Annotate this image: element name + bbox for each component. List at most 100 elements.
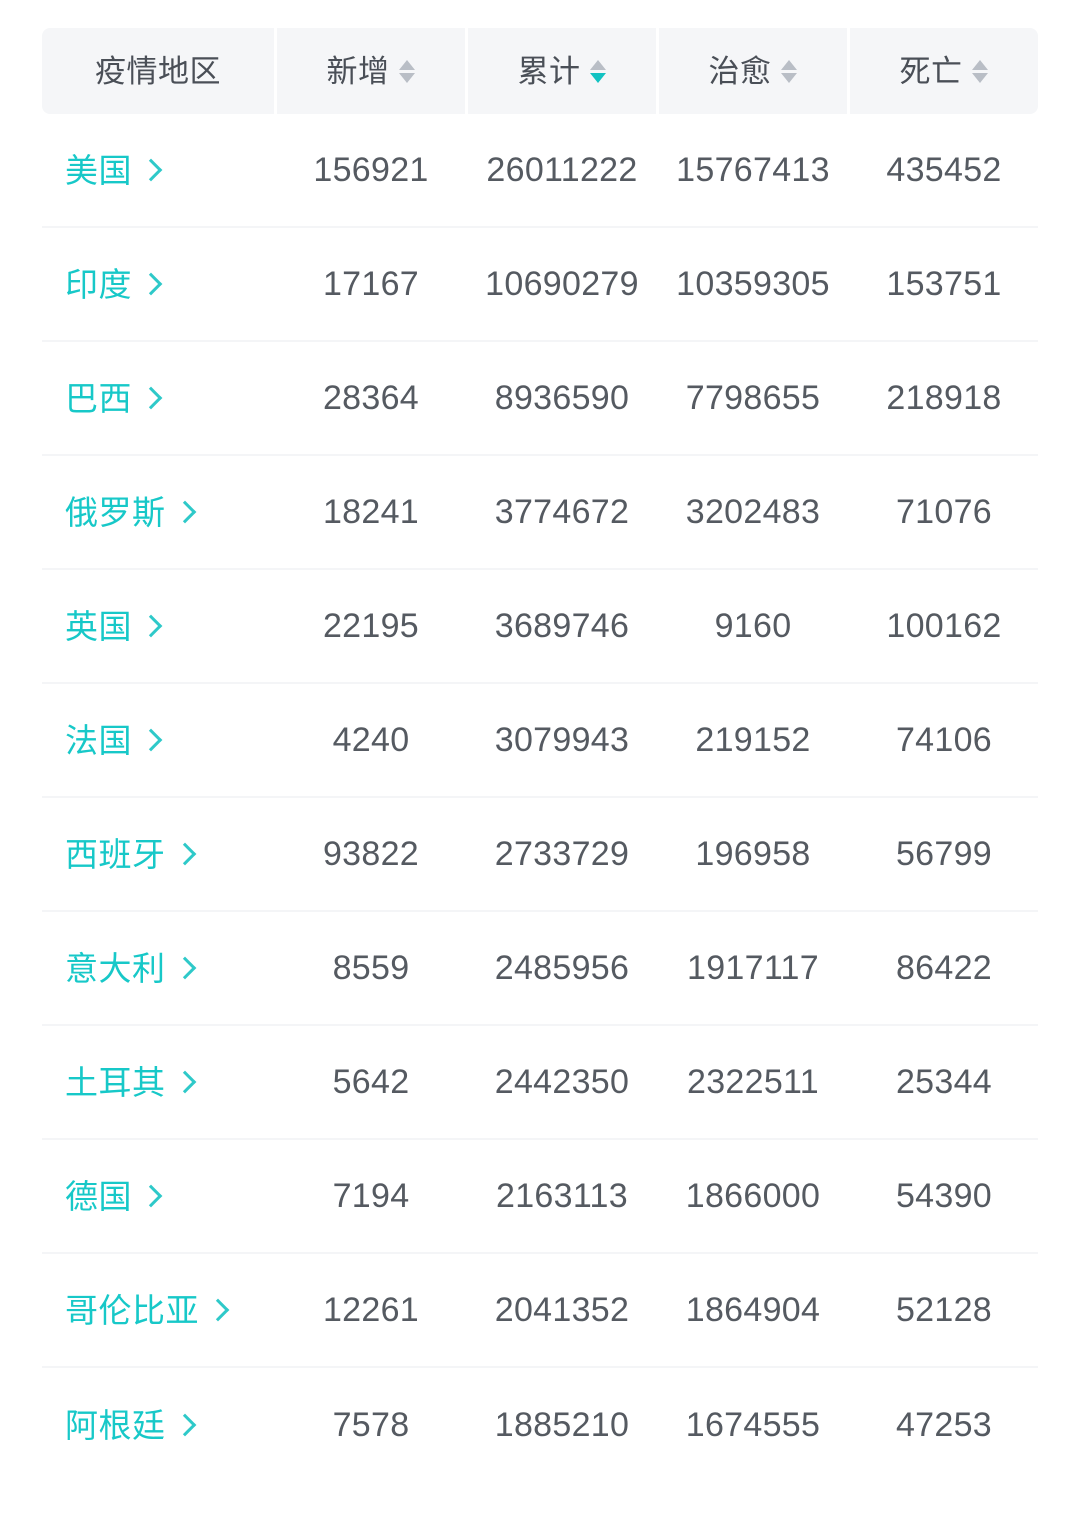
total-cell: 2733729: [468, 837, 656, 871]
deaths-value: 47253: [895, 1406, 993, 1444]
region-cell[interactable]: 意大利: [42, 952, 274, 985]
table-row[interactable]: 土耳其 5642 2442350 2322511 25344: [42, 1026, 1038, 1140]
cured-cell: 1917117: [659, 951, 847, 985]
column-header-cured-label: 治愈: [708, 53, 772, 89]
cured-value: 1866000: [685, 1177, 821, 1215]
column-header-new[interactable]: 新增: [277, 28, 465, 114]
new-value: 17167: [322, 265, 420, 303]
cured-value: 196958: [695, 835, 811, 873]
deaths-value: 100162: [886, 607, 1002, 645]
new-value: 12261: [322, 1291, 420, 1329]
region-cell[interactable]: 阿根廷: [42, 1409, 274, 1442]
table-row[interactable]: 巴西 28364 8936590 7798655 218918: [42, 342, 1038, 456]
new-cell: 7578: [277, 1408, 465, 1442]
total-value: 3774672: [494, 493, 630, 531]
region-cell[interactable]: 哥伦比亚: [42, 1294, 274, 1327]
cured-cell: 10359305: [659, 267, 847, 301]
column-header-total[interactable]: 累计: [468, 28, 656, 114]
new-value: 4240: [332, 721, 410, 759]
total-value: 2733729: [494, 835, 630, 873]
cured-cell: 9160: [659, 609, 847, 643]
region-cell[interactable]: 德国: [42, 1180, 274, 1213]
new-cell: 156921: [277, 153, 465, 187]
table-row[interactable]: 哥伦比亚 12261 2041352 1864904 52128: [42, 1254, 1038, 1368]
total-cell: 2163113: [468, 1179, 656, 1213]
sort-ascending-arrow-icon: [781, 59, 797, 70]
region-cell[interactable]: 法国: [42, 724, 274, 757]
column-header-total-label: 累计: [517, 53, 581, 89]
region-cell[interactable]: 英国: [42, 610, 274, 643]
sort-descending-arrow-icon: [972, 72, 988, 83]
new-cell: 5642: [277, 1065, 465, 1099]
chevron-right-icon: [139, 728, 163, 751]
deaths-cell: 71076: [850, 495, 1038, 529]
sort-arrows-icon-cured[interactable]: [781, 54, 798, 88]
region-cell[interactable]: 俄罗斯: [42, 496, 274, 529]
cured-cell: 1864904: [659, 1293, 847, 1327]
region-cell[interactable]: 巴西: [42, 382, 274, 415]
table-row[interactable]: 意大利 8559 2485956 1917117 86422: [42, 912, 1038, 1026]
deaths-value: 71076: [895, 493, 993, 531]
table-row[interactable]: 俄罗斯 18241 3774672 3202483 71076: [42, 456, 1038, 570]
deaths-cell: 52128: [850, 1293, 1038, 1327]
sort-arrows-icon-deaths[interactable]: [972, 54, 989, 88]
new-value: 8559: [332, 949, 410, 987]
new-cell: 17167: [277, 267, 465, 301]
total-cell: 8936590: [468, 381, 656, 415]
new-cell: 22195: [277, 609, 465, 643]
region-cell[interactable]: 西班牙: [42, 838, 274, 871]
deaths-value: 56799: [895, 835, 993, 873]
table-row[interactable]: 西班牙 93822 2733729 196958 56799: [42, 798, 1038, 912]
cured-value: 1674555: [685, 1406, 821, 1444]
cured-value: 1864904: [685, 1291, 821, 1329]
total-value: 10690279: [485, 265, 639, 303]
deaths-cell: 435452: [850, 153, 1038, 187]
region-link-label: 英国: [65, 607, 132, 645]
region-link-label: 俄罗斯: [65, 493, 166, 531]
region-cell[interactable]: 土耳其: [42, 1066, 274, 1099]
deaths-value: 74106: [895, 721, 993, 759]
sort-ascending-arrow-icon: [590, 59, 606, 70]
cured-cell: 1866000: [659, 1179, 847, 1213]
table-row[interactable]: 德国 7194 2163113 1866000 54390: [42, 1140, 1038, 1254]
total-value: 2442350: [494, 1063, 630, 1101]
new-value: 18241: [322, 493, 420, 531]
cured-cell: 1674555: [659, 1408, 847, 1442]
chevron-right-icon: [173, 500, 196, 523]
total-cell: 10690279: [468, 267, 656, 301]
table-row[interactable]: 法国 4240 3079943 219152 74106: [42, 684, 1038, 798]
cured-value: 3202483: [685, 493, 821, 531]
new-value: 28364: [322, 379, 420, 417]
region-link-label: 法国: [65, 721, 132, 759]
table-row[interactable]: 英国 22195 3689746 9160 100162: [42, 570, 1038, 684]
new-cell: 8559: [277, 951, 465, 985]
deaths-cell: 54390: [850, 1179, 1038, 1213]
cured-value: 219152: [695, 721, 811, 759]
new-value: 93822: [322, 835, 420, 873]
column-header-cured[interactable]: 治愈: [659, 28, 847, 114]
table-row[interactable]: 阿根廷 7578 1885210 1674555 47253: [42, 1368, 1038, 1482]
deaths-cell: 86422: [850, 951, 1038, 985]
region-cell[interactable]: 印度: [42, 268, 274, 301]
total-cell: 3774672: [468, 495, 656, 529]
epidemic-statistics-table: 疫情地区 新增 累计 治愈 死亡 美国 156921 26011222 1576…: [0, 28, 1080, 1482]
region-link-label: 西班牙: [65, 835, 166, 873]
region-cell[interactable]: 美国: [42, 154, 274, 187]
sort-arrows-icon-new[interactable]: [399, 54, 416, 88]
region-link-label: 土耳其: [65, 1063, 166, 1101]
sort-arrows-icon-total[interactable]: [590, 54, 607, 88]
table-row[interactable]: 美国 156921 26011222 15767413 435452: [42, 114, 1038, 228]
chevron-right-icon: [139, 614, 163, 637]
new-cell: 12261: [277, 1293, 465, 1327]
chevron-right-icon: [139, 386, 163, 409]
region-link-label: 印度: [65, 265, 132, 303]
column-header-deaths[interactable]: 死亡: [850, 28, 1038, 114]
table-row[interactable]: 印度 17167 10690279 10359305 153751: [42, 228, 1038, 342]
region-link-label: 德国: [65, 1177, 132, 1215]
deaths-cell: 56799: [850, 837, 1038, 871]
region-link-label: 巴西: [65, 379, 132, 417]
cured-cell: 7798655: [659, 381, 847, 415]
total-value: 2485956: [494, 949, 630, 987]
cured-value: 7798655: [685, 379, 821, 417]
region-link-label: 意大利: [65, 949, 166, 987]
